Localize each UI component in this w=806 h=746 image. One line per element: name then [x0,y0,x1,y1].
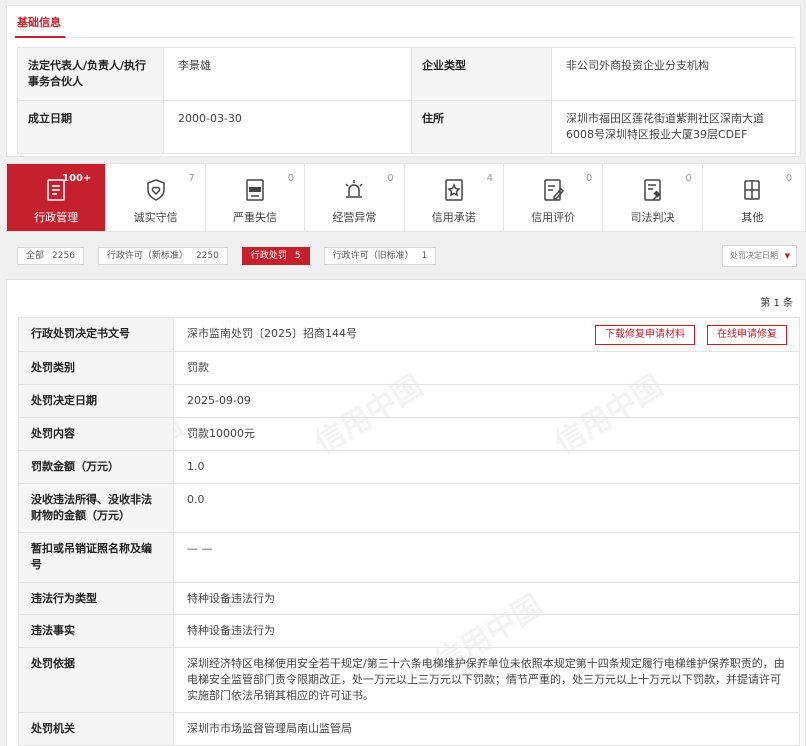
address-value: 深圳市福田区莲花街道紫荆社区深南大道6008号深圳特区报业大厦39层CDEF [551,100,796,154]
basic-info-section: 基础信息 法定代表人/负责人/执行事务合伙人 李景雄 企业类型 非公司外商投资企… [6,5,801,157]
tab-label: 严重失信 [232,211,277,224]
basic-info-table: 法定代表人/负责人/执行事务合伙人 李景雄 企业类型 非公司外商投资企业分支机构… [17,47,796,154]
field-label: 处罚类别 [18,351,174,385]
tab-label: 行政管理 [34,211,79,224]
tab-honesty[interactable]: 7 诚实守信 [106,164,206,231]
field-label: 行政处罚决定书文号 [18,317,174,352]
online-repair-button[interactable]: 在线申请修复 [707,325,787,345]
field-label: 没收违法所得、没收非法财物的金额（万元） [18,483,174,533]
chip-label: 行政处罚 [250,251,287,261]
tab-judicial-judgment[interactable]: 0 司法判决 [603,164,703,231]
category-tabs: 100+ 行政管理 7 诚实守信 0 严重失信 0 经营异常 4 信用承诺 0 [6,163,806,232]
tab-label: 诚实守信 [133,211,178,224]
penalty-detail-card: 信用中国 信用中国 信用中国 信用中国 第 1 条 行政处罚决定书文号 在线申请… [6,279,806,746]
tab-count: 0 [585,173,593,184]
subtab-admin-penalty[interactable]: 行政处罚 5 [241,247,310,265]
field-label: 处罚决定日期 [18,384,174,418]
tab-label: 信用评价 [531,211,576,224]
penalty-category: 罚款 [173,351,800,385]
title-underline [15,36,65,38]
tab-label: 经营异常 [332,211,377,224]
tab-label: 其他 [741,211,764,224]
chip-count: 1 [421,251,428,261]
shield-heart-icon [142,176,170,204]
tab-label: 司法判决 [630,211,675,224]
decision-date: 2025-09-09 [173,384,800,418]
penalty-table: 行政处罚决定书文号 在线申请修复 下载修复申请材料 深市监南处罚〔2025〕招商… [18,317,800,746]
address-label: 住所 [411,100,552,154]
subtab-all[interactable]: 全部 2256 [17,247,84,265]
chip-count: 2256 [52,251,75,261]
field-label: 罚款金额（万元） [18,450,174,484]
tab-count: 7 [188,173,195,184]
decision-number: 深市监南处罚〔2025〕招商144号 [187,327,357,340]
star-doc-icon [440,176,468,204]
tab-other[interactable]: 0 其他 [703,164,802,231]
gavel-doc-icon [639,176,667,204]
tab-label: 信用承诺 [431,211,476,224]
basic-info-title: 基础信息 [17,16,61,29]
tab-count: 4 [486,173,493,184]
fine-amount: 1.0 [173,450,800,484]
tab-credit-evaluation[interactable]: 0 信用评价 [504,164,604,231]
blacklist-doc-icon [241,176,269,204]
alarm-light-icon [340,176,368,204]
sort-select[interactable]: 处罚决定日期 ▼ [722,245,797,267]
tab-count: 100+ [62,173,92,184]
chip-label: 全部 [26,251,45,261]
penalty-basis: 深圳经济特区电梯使用安全若干规定/第三十六条电梯维护保养单位未依照本规定第十四条… [173,647,800,713]
field-label: 违法事实 [18,614,174,648]
caret-down-icon: ▼ [784,252,790,260]
violation-facts: 特种设备违法行为 [173,614,800,648]
chip-count: 2250 [195,251,219,261]
violation-type: 特种设备违法行为 [173,582,800,615]
tab-credit-commitment[interactable]: 4 信用承诺 [405,164,504,231]
other-doc-icon [738,176,766,204]
tab-count: 0 [287,173,295,184]
penalty-authority: 深圳市市场监督管理局南山监管局 [173,712,800,746]
legal-rep-label: 法定代表人/负责人/执行事务合伙人 [17,47,164,101]
field-label: 处罚内容 [18,417,174,451]
sub-tabs: 全部 2256 行政许可（新标准） 2250 行政处罚 5 行政许可（旧标准） 1 [17,247,450,265]
tab-serious-dishonesty[interactable]: 0 严重失信 [206,164,306,231]
chip-label: 行政许可（旧标准） [332,251,414,261]
company-type-value: 非公司外商投资企业分支机构 [551,47,796,101]
founded-date-value: 2000-03-30 [163,100,412,154]
field-label: 处罚机关 [18,712,174,746]
tab-admin-management[interactable]: 100+ 行政管理 [7,164,107,231]
tab-count: 0 [785,173,793,184]
subtab-license-new[interactable]: 行政许可（新标准） 2250 [97,247,228,265]
legal-rep-value: 李景雄 [163,47,412,101]
chip-label: 行政许可（新标准） [106,251,188,261]
field-value: 在线申请修复 下载修复申请材料 深市监南处罚〔2025〕招商144号 [173,317,800,352]
penalty-content: 罚款10000元 [173,417,800,451]
field-label: 暂扣或吊销证照名称及编号 [18,532,174,583]
tab-abnormal-operation[interactable]: 0 经营异常 [305,164,405,231]
download-repair-materials-button[interactable]: 下载修复申请材料 [595,325,695,345]
record-count: 第 1 条 [760,298,793,309]
sort-select-value: 处罚决定日期 [730,251,778,260]
edit-doc-icon [539,176,567,204]
field-label: 违法行为类型 [18,582,174,615]
divider [15,37,794,38]
tab-count: 0 [387,173,394,184]
license-suspended: — — [173,532,800,583]
founded-date-label: 成立日期 [17,100,164,154]
confiscated-amount: 0.0 [173,483,800,533]
chip-count: 5 [294,251,301,261]
field-label: 处罚依据 [18,647,174,713]
company-type-label: 企业类型 [411,47,552,101]
subtab-license-old[interactable]: 行政许可（旧标准） 1 [323,247,437,265]
tab-count: 0 [685,173,692,184]
